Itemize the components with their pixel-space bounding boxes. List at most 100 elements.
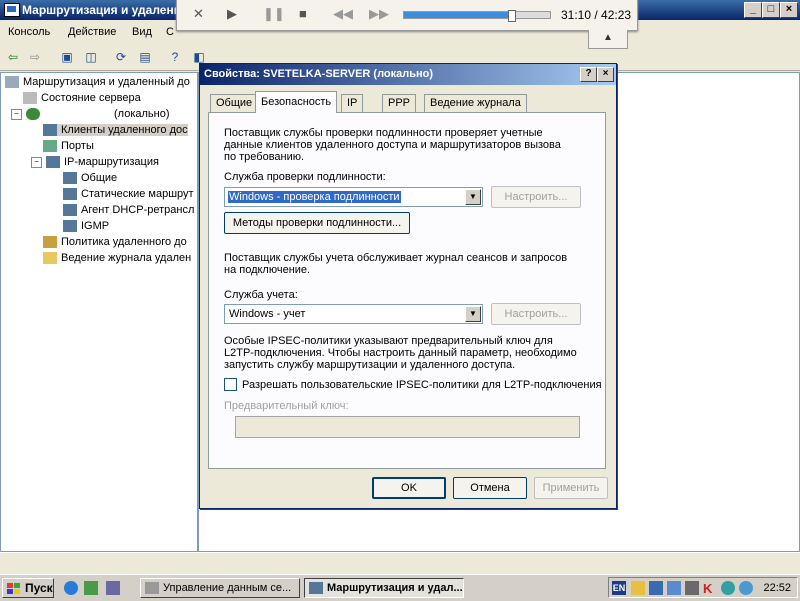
dialog-help-button[interactable]: ?	[580, 67, 597, 82]
tab-ip[interactable]: IP	[341, 94, 364, 112]
ie-icon[interactable]	[64, 581, 78, 595]
taskbar-item-manage-server[interactable]: Управление данным се...	[140, 578, 300, 598]
accounting-configure-button[interactable]: Настроить...	[491, 303, 581, 325]
player-collapse-button[interactable]: ▲	[588, 30, 628, 49]
show-tree-icon[interactable]: ◫	[82, 48, 100, 66]
ipsec-policy-checkbox[interactable]	[224, 378, 237, 391]
chevron-down-icon[interactable]: ▼	[465, 189, 481, 205]
tree-item-ports[interactable]: Порты	[43, 140, 94, 153]
menu-console[interactable]: Консоль	[8, 26, 50, 38]
help-icon[interactable]: ?	[166, 48, 184, 66]
tab-general[interactable]: Общие	[210, 94, 259, 112]
auth-methods-button[interactable]: Методы проверки подлинности...	[224, 212, 410, 234]
close-button[interactable]: ×	[780, 2, 798, 18]
minimize-button[interactable]: _	[744, 2, 762, 18]
tab-ppp[interactable]: PPP	[382, 94, 417, 112]
preshared-key-label: Предварительный ключ:	[224, 400, 349, 412]
dialog-titlebar[interactable]: Свойства: SVETELKA-SERVER (локально) ? ×	[200, 64, 616, 85]
stop-icon[interactable]: ■	[299, 6, 307, 21]
messenger-icon[interactable]	[739, 581, 753, 595]
tree-item-dhcp-relay[interactable]: Агент DHCP-ретрансл	[63, 204, 194, 217]
maximize-button[interactable]: □	[762, 2, 780, 18]
tree-item-remote-policy[interactable]: Политика удаленного до	[43, 236, 187, 249]
menu-more[interactable]: С	[166, 26, 174, 38]
network-icon	[63, 220, 77, 233]
start-button[interactable]: Пуск	[2, 578, 54, 598]
tab-logging[interactable]: Ведение журнала	[424, 94, 527, 112]
save-icon[interactable]	[106, 581, 120, 595]
collapse-icon[interactable]: −	[11, 108, 22, 120]
tree-item-ip-routing[interactable]: − IP-маршрутизация	[31, 156, 159, 169]
auth-configure-button[interactable]: Настроить...	[491, 186, 581, 208]
auth-provider-label: Служба проверки подлинности:	[224, 171, 386, 183]
window-icon	[145, 582, 159, 594]
tree-item-logging[interactable]: Ведение журнала удален	[43, 252, 191, 265]
language-indicator[interactable]: EN	[612, 581, 626, 595]
tree-item-local-server[interactable]: − (локально)	[11, 108, 170, 121]
tab-security[interactable]: Безопасность	[255, 91, 338, 113]
status-bar	[0, 552, 800, 575]
up-folder-icon[interactable]: ▣	[58, 48, 76, 66]
tree-item-server-status[interactable]: Состояние сервера	[23, 92, 141, 105]
forward-icon[interactable]: ⇨	[26, 48, 44, 66]
chevron-down-icon[interactable]: ▼	[465, 306, 481, 322]
ipsec-description: Особые IPSEC-политики указывают предвари…	[224, 335, 577, 371]
antivirus-icon[interactable]: K	[703, 581, 717, 596]
computer-icon	[4, 3, 20, 17]
auth-provider-value: Windows - проверка подлинности	[228, 191, 401, 203]
dialog-close-button[interactable]: ×	[597, 67, 614, 82]
network-icon[interactable]	[649, 581, 663, 595]
folder-icon	[43, 252, 57, 265]
playback-time: 31:10 / 42:23	[561, 8, 632, 22]
console-tree[interactable]: Маршрутизация и удаленный до Состояние с…	[0, 72, 198, 552]
seek-bar[interactable]	[403, 10, 551, 22]
accounting-description: Поставщик службы учета обслуживает журна…	[224, 252, 568, 276]
network-icon[interactable]	[667, 581, 681, 595]
accounting-provider-select[interactable]: Windows - учет ▼	[224, 304, 483, 324]
preshared-key-field[interactable]	[235, 416, 580, 438]
ok-button[interactable]: OK	[372, 477, 446, 499]
stop-close-icon[interactable]: ✕	[193, 6, 204, 22]
status-icon[interactable]	[721, 581, 735, 595]
show-desktop-icon[interactable]	[84, 581, 98, 595]
media-player-bar: ✕ ▶ ❚❚ ■ ◀◀ ▶▶ 31:10 / 42:23	[176, 0, 638, 31]
rewind-icon[interactable]: ◀◀	[333, 6, 353, 22]
menu-action[interactable]: Действие	[68, 26, 116, 38]
menu-view[interactable]: Вид	[132, 26, 152, 38]
apply-button[interactable]: Применить	[534, 477, 608, 499]
server-running-icon	[26, 108, 40, 121]
taskbar: Пуск Управление данным се... Маршрутизац…	[0, 574, 800, 601]
fast-forward-icon[interactable]: ▶▶	[369, 6, 389, 22]
cancel-button[interactable]: Отмена	[453, 477, 527, 499]
clock: 22:52	[763, 582, 791, 594]
play-icon[interactable]: ▶	[227, 6, 237, 22]
accounting-provider-value: Windows - учет	[229, 308, 306, 320]
network-icon	[46, 156, 60, 169]
auth-description: Поставщик службы проверки подлинности пр…	[224, 127, 561, 163]
export-icon[interactable]: ▤	[136, 48, 154, 66]
tree-item-igmp[interactable]: IGMP	[63, 220, 109, 233]
seek-bar-fill	[404, 12, 512, 18]
taskbar-item-routing[interactable]: Маршрутизация и удал...	[304, 578, 464, 598]
seek-thumb[interactable]	[508, 10, 517, 22]
ports-icon	[43, 140, 57, 153]
auth-provider-select[interactable]: Windows - проверка подлинности ▼	[224, 187, 483, 207]
properties-dialog: Свойства: SVETELKA-SERVER (локально) ? ×…	[199, 63, 617, 509]
ipsec-policy-checkbox-label[interactable]: Разрешать пользовательские IPSEC-политик…	[242, 379, 602, 391]
collapse-icon[interactable]: −	[31, 156, 42, 168]
tree-item-remote-clients[interactable]: Клиенты удаленного дос	[43, 124, 188, 137]
system-tray: EN K 22:52	[608, 577, 798, 598]
shield-icon[interactable]	[631, 581, 645, 595]
network-icon	[63, 188, 77, 201]
tree-item-root[interactable]: Маршрутизация и удаленный до	[5, 76, 190, 89]
network-icon[interactable]	[685, 581, 699, 595]
refresh-icon[interactable]: ⟳	[112, 48, 130, 66]
routing-icon	[309, 582, 323, 594]
pause-icon[interactable]: ❚❚	[263, 6, 285, 22]
windows-flag-icon	[7, 582, 21, 594]
tree-item-static-routes[interactable]: Статические маршрут	[63, 188, 194, 201]
back-icon[interactable]: ⇦	[4, 48, 22, 66]
tree-item-general[interactable]: Общие	[63, 172, 117, 185]
main-window-title: Маршрутизация и удаленн	[22, 3, 181, 17]
server-icon	[23, 92, 37, 105]
